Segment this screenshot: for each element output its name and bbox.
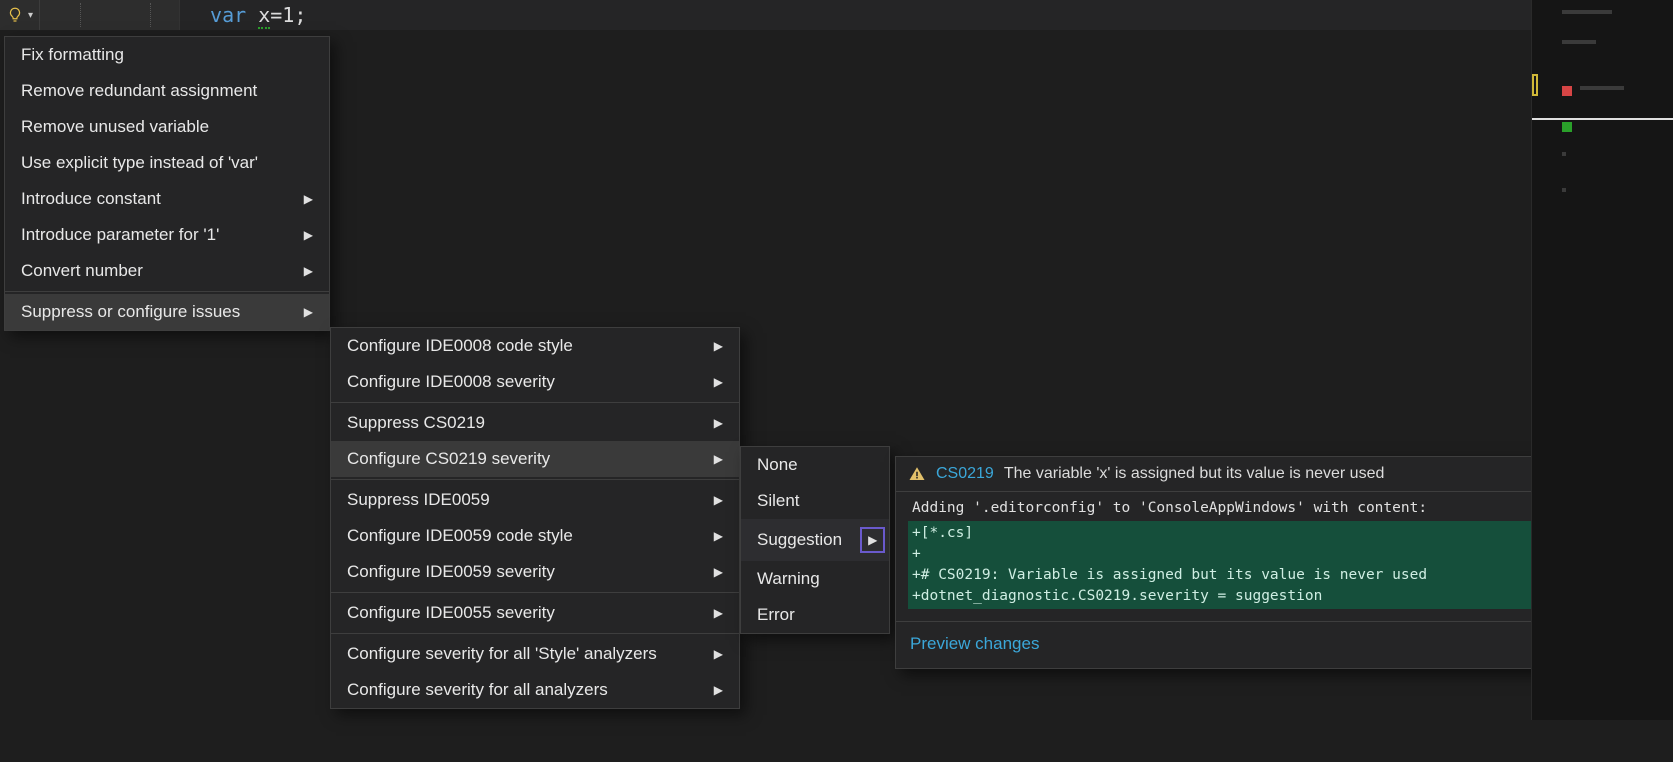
menu-item-label: Configure IDE0008 severity [347, 372, 555, 392]
menu-item-label: None [757, 455, 798, 475]
menu-item-label: Suppress or configure issues [21, 302, 240, 322]
menu-item[interactable]: Configure IDE0059 code style ▶ [331, 518, 739, 554]
menu-item-label: Warning [757, 569, 820, 589]
menu-item[interactable]: Use explicit type instead of 'var' [5, 145, 329, 181]
warning-icon [908, 465, 926, 483]
submenu-arrow-icon: ▶ [714, 683, 723, 697]
diagnostic-description: The variable 'x' is assigned but its val… [1004, 465, 1385, 483]
menu-item[interactable]: Error [741, 597, 889, 633]
suppress-configure-submenu: Configure IDE0008 code style▶Configure I… [330, 327, 740, 709]
menu-item[interactable]: Convert number ▶ [5, 253, 329, 289]
editor-gutter [40, 0, 180, 30]
preview-body: Adding '.editorconfig' to 'ConsoleAppWin… [896, 492, 1559, 621]
menu-item[interactable]: Introduce constant ▶ [5, 181, 329, 217]
menu-separator [331, 402, 739, 403]
diff-line: +[*.cs] [908, 523, 1547, 544]
menu-item[interactable]: Introduce parameter for '1' ▶ [5, 217, 329, 253]
menu-item-label: Remove redundant assignment [21, 81, 257, 101]
menu-item-label: Configure severity for all 'Style' analy… [347, 644, 657, 664]
preview-header: CS0219 The variable 'x' is assigned but … [896, 457, 1559, 492]
keyword: var [210, 3, 246, 27]
menu-item[interactable]: Suppress CS0219 ▶ [331, 405, 739, 441]
submenu-arrow-icon: ▶ [714, 647, 723, 661]
lightbulb-icon [6, 6, 24, 24]
submenu-arrow-icon: ▶ [714, 529, 723, 543]
menu-item-label: Suppress CS0219 [347, 413, 485, 433]
minimap[interactable] [1531, 0, 1673, 720]
menu-item[interactable]: Configure IDE0055 severity ▶ [331, 595, 739, 631]
submenu-arrow-icon: ▶ [714, 339, 723, 353]
menu-item-label: Configure IDE0059 code style [347, 526, 573, 546]
menu-item[interactable]: Configure CS0219 severity ▶ [331, 441, 739, 477]
menu-separator [5, 291, 329, 292]
submenu-arrow-icon: ▶ [714, 606, 723, 620]
menu-separator [331, 592, 739, 593]
menu-item[interactable]: Suggestion ▶ [741, 519, 889, 561]
menu-separator [331, 633, 739, 634]
menu-item-label: Error [757, 605, 795, 625]
severity-submenu: None Silent Suggestion ▶ Warning Error [740, 446, 890, 634]
diagnostic-code: CS0219 [936, 465, 994, 483]
chevron-down-icon: ▾ [28, 10, 33, 21]
menu-separator [331, 479, 739, 480]
menu-item-label: Remove unused variable [21, 117, 209, 137]
submenu-arrow-icon: ▶ [304, 192, 313, 206]
diff-block: +[*.cs] + +# CS0219: Variable is assigne… [908, 521, 1547, 609]
preview-pane: CS0219 The variable 'x' is assigned but … [895, 456, 1560, 669]
menu-item-label: Configure CS0219 severity [347, 449, 550, 469]
menu-item-label: Silent [757, 491, 800, 511]
menu-item-label: Configure IDE0059 severity [347, 562, 555, 582]
preview-footer: Preview changes [896, 621, 1559, 668]
quick-actions-button[interactable]: ▾ [0, 0, 40, 30]
menu-item[interactable]: Remove redundant assignment [5, 73, 329, 109]
menu-item-label: Configure IDE0055 severity [347, 603, 555, 623]
submenu-arrow-icon: ▶ [714, 416, 723, 430]
variable-name: x [258, 3, 270, 27]
menu-item[interactable]: Configure severity for all analyzers ▶ [331, 672, 739, 708]
menu-item[interactable]: Remove unused variable [5, 109, 329, 145]
menu-item-label: Introduce constant [21, 189, 161, 209]
preview-message: Adding '.editorconfig' to 'ConsoleAppWin… [908, 498, 1547, 519]
diff-line: + [908, 544, 1547, 565]
menu-item[interactable]: Configure IDE0008 severity ▶ [331, 364, 739, 400]
code-text[interactable]: var x =1; [180, 0, 306, 30]
menu-item-label: Introduce parameter for '1' [21, 225, 219, 245]
submenu-arrow-icon: ▶ [304, 228, 313, 242]
submenu-arrow-icon: ▶ [304, 305, 313, 319]
menu-item-label: Convert number [21, 261, 143, 281]
submenu-arrow-icon: ▶ [304, 264, 313, 278]
diff-line: +dotnet_diagnostic.CS0219.severity = sug… [908, 586, 1547, 607]
menu-item[interactable]: Warning [741, 561, 889, 597]
preview-changes-link[interactable]: Preview changes [910, 634, 1039, 653]
diff-line: +# CS0219: Variable is assigned but its … [908, 565, 1547, 586]
menu-item[interactable]: Suppress or configure issues ▶ [5, 294, 329, 330]
menu-item[interactable]: Suppress IDE0059 ▶ [331, 482, 739, 518]
submenu-arrow-icon: ▶ [714, 565, 723, 579]
menu-item[interactable]: Fix formatting [5, 37, 329, 73]
menu-item[interactable]: Configure IDE0008 code style ▶ [331, 328, 739, 364]
menu-item-label: Configure IDE0008 code style [347, 336, 573, 356]
menu-item-label: Suppress IDE0059 [347, 490, 490, 510]
menu-item-label: Suggestion [757, 530, 842, 550]
menu-item[interactable]: Configure IDE0059 severity ▶ [331, 554, 739, 590]
menu-item[interactable]: Configure severity for all 'Style' analy… [331, 636, 739, 672]
menu-item-label: Use explicit type instead of 'var' [21, 153, 258, 173]
menu-item-label: Configure severity for all analyzers [347, 680, 608, 700]
menu-item[interactable]: None [741, 447, 889, 483]
submenu-arrow-icon: ▶ [714, 452, 723, 466]
menu-item-label: Fix formatting [21, 45, 124, 65]
code-rest: =1; [270, 3, 306, 27]
editor-line: ▾ var x =1; [0, 0, 1673, 30]
submenu-arrow-icon: ▶ [714, 493, 723, 507]
menu-item[interactable]: Silent [741, 483, 889, 519]
quick-actions-menu: Fix formatting Remove redundant assignmen… [4, 36, 330, 331]
submenu-arrow-icon: ▶ [714, 375, 723, 389]
submenu-arrow-icon: ▶ [860, 527, 885, 553]
